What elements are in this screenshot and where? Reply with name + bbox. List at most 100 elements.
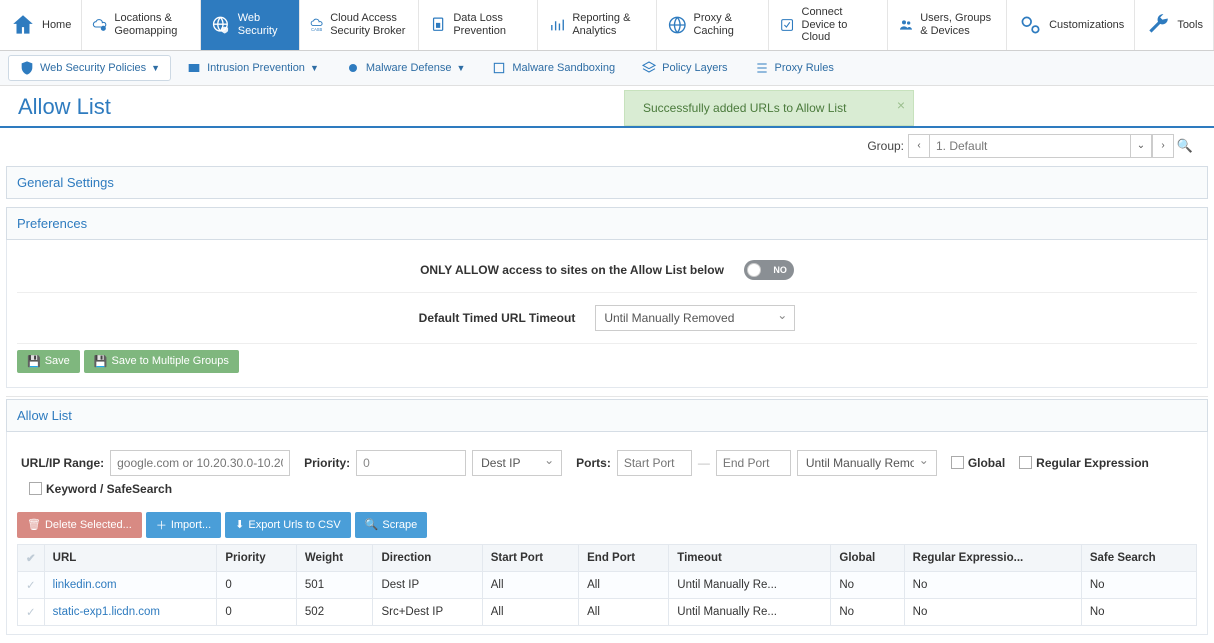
end-port-input[interactable] [716, 450, 791, 476]
default-timeout-label: Default Timed URL Timeout [419, 311, 576, 325]
nav-connect[interactable]: Connect Device to Cloud [769, 0, 888, 50]
export-button[interactable]: ⬇ Export Urls to CSV [225, 512, 351, 538]
dash-separator: — [698, 456, 710, 470]
caret-down-icon: ▼ [310, 63, 319, 73]
regex-checkbox[interactable]: Regular Expression [1019, 456, 1149, 470]
delete-selected-button[interactable]: 🗑 Delete Selected... [17, 512, 142, 538]
url-link[interactable]: linkedin.com [53, 579, 117, 591]
subnav-label: Malware Defense [366, 62, 452, 74]
import-button[interactable]: ＋ Import... [146, 512, 221, 538]
nav-label: Home [42, 19, 71, 32]
box-icon [491, 60, 507, 76]
group-next-button[interactable]: › [1152, 134, 1174, 158]
col-global[interactable]: Global [831, 544, 904, 571]
allow-list-body: URL/IP Range: Priority: Dest IP Ports: —… [6, 432, 1208, 635]
nav-label: Users, Groups & Devices [920, 12, 996, 37]
btn-label: Scrape [382, 519, 417, 531]
nav-label: Customizations [1049, 19, 1124, 32]
only-allow-label: ONLY ALLOW access to sites on the Allow … [420, 263, 724, 277]
only-allow-toggle[interactable]: NO [744, 260, 794, 280]
nav-reporting[interactable]: Reporting & Analytics [538, 0, 657, 50]
col-weight[interactable]: Weight [296, 544, 373, 571]
subnav-label: Intrusion Prevention [207, 62, 305, 74]
col-direction[interactable]: Direction [373, 544, 482, 571]
table-row[interactable]: ✓linkedin.com0501Dest IPAllAllUntil Manu… [18, 571, 1197, 598]
preferences-header[interactable]: Preferences [6, 207, 1208, 240]
nav-locations[interactable]: Locations & Geomapping [82, 0, 201, 50]
preferences-body: ONLY ALLOW access to sites on the Allow … [6, 240, 1208, 388]
priority-input[interactable] [356, 450, 466, 476]
nav-custom[interactable]: Customizations [1007, 0, 1135, 50]
subnav-policies[interactable]: Web Security Policies▼ [8, 55, 171, 81]
col-regex[interactable]: Regular Expressio... [904, 544, 1081, 571]
save-multiple-button[interactable]: 💾 Save to Multiple Groups [84, 350, 239, 373]
gears-icon [1017, 12, 1043, 38]
row-checkbox[interactable]: ✓ [18, 598, 45, 625]
chk-label: Global [968, 456, 1005, 470]
save-button[interactable]: 💾 Save [17, 350, 80, 373]
cell-safe: No [1081, 598, 1196, 625]
group-dropdown-button[interactable]: ⌄ [1130, 134, 1152, 158]
nav-proxy[interactable]: Proxy & Caching [657, 0, 769, 50]
nav-home[interactable]: Home [0, 0, 82, 50]
global-checkbox[interactable]: Global [951, 456, 1005, 470]
btn-label: Import... [171, 519, 211, 531]
col-safe[interactable]: Safe Search [1081, 544, 1196, 571]
group-input[interactable] [930, 134, 1130, 158]
scrape-button[interactable]: 🔍 Scrape [355, 512, 428, 538]
row-checkbox[interactable]: ✓ [18, 571, 45, 598]
nav-web-security[interactable]: Web Security [201, 0, 300, 50]
svg-text:CASB: CASB [311, 27, 322, 32]
cell-timeout: Until Manually Re... [669, 598, 831, 625]
shield-icon [19, 60, 35, 76]
btn-label: Save [45, 355, 70, 367]
default-timeout-select[interactable]: Until Manually Removed [595, 305, 795, 331]
home-icon [10, 12, 36, 38]
subnav-label: Policy Layers [662, 62, 727, 74]
col-timeout[interactable]: Timeout [669, 544, 831, 571]
table-row[interactable]: ✓static-exp1.licdn.com0502Src+Dest IPAll… [18, 598, 1197, 625]
cell-end: All [579, 571, 669, 598]
cell-weight: 502 [296, 598, 373, 625]
allow-list-header[interactable]: Allow List [6, 399, 1208, 432]
close-icon[interactable]: × [897, 97, 905, 113]
direction-select[interactable]: Dest IP [472, 450, 562, 476]
subnav-proxy-rules[interactable]: Proxy Rules [743, 55, 845, 81]
caret-down-icon: ▼ [456, 63, 465, 73]
cloud-pin-icon [92, 12, 108, 38]
priority-label: Priority: [304, 456, 350, 470]
subnav-sandbox[interactable]: Malware Sandboxing [480, 55, 626, 81]
general-settings-header[interactable]: General Settings [6, 166, 1208, 199]
nav-label: Cloud Access Security Broker [330, 12, 408, 37]
nav-tools[interactable]: Tools [1135, 0, 1214, 50]
toast-text: Successfully added URLs to Allow List [643, 101, 846, 115]
nav-dlp[interactable]: Data Loss Prevention [419, 0, 538, 50]
nav-label: Web Security [238, 12, 289, 37]
search-icon[interactable]: 🔍 [1174, 138, 1196, 154]
page-header: Allow List Successfully added URLs to Al… [0, 86, 1214, 128]
nav-casb[interactable]: CASB Cloud Access Security Broker [300, 0, 419, 50]
url-link[interactable]: static-exp1.licdn.com [53, 606, 160, 618]
timeout-select[interactable]: Until Manually Removed [797, 450, 937, 476]
start-port-input[interactable] [617, 450, 692, 476]
cell-direction: Dest IP [373, 571, 482, 598]
globe-icon [667, 12, 688, 38]
url-range-input[interactable] [110, 450, 290, 476]
cell-start: All [482, 571, 578, 598]
subnav-intrusion[interactable]: Intrusion Prevention ▼ [175, 55, 330, 81]
nav-users[interactable]: Users, Groups & Devices [888, 0, 1007, 50]
col-start-port[interactable]: Start Port [482, 544, 578, 571]
select-all-checkbox[interactable]: ✔ [18, 544, 45, 571]
layers-icon [641, 60, 657, 76]
col-end-port[interactable]: End Port [579, 544, 669, 571]
subnav-layers[interactable]: Policy Layers [630, 55, 738, 81]
ports-label: Ports: [576, 456, 611, 470]
col-url[interactable]: URL [44, 544, 217, 571]
group-prev-button[interactable]: ‹ [908, 134, 930, 158]
subnav-malware[interactable]: Malware Defense ▼ [334, 55, 477, 81]
cell-direction: Src+Dest IP [373, 598, 482, 625]
nav-label: Data Loss Prevention [453, 12, 527, 37]
col-priority[interactable]: Priority [217, 544, 297, 571]
keyword-checkbox[interactable]: Keyword / SafeSearch [29, 482, 172, 496]
allow-list-form: URL/IP Range: Priority: Dest IP Ports: —… [17, 440, 1197, 506]
